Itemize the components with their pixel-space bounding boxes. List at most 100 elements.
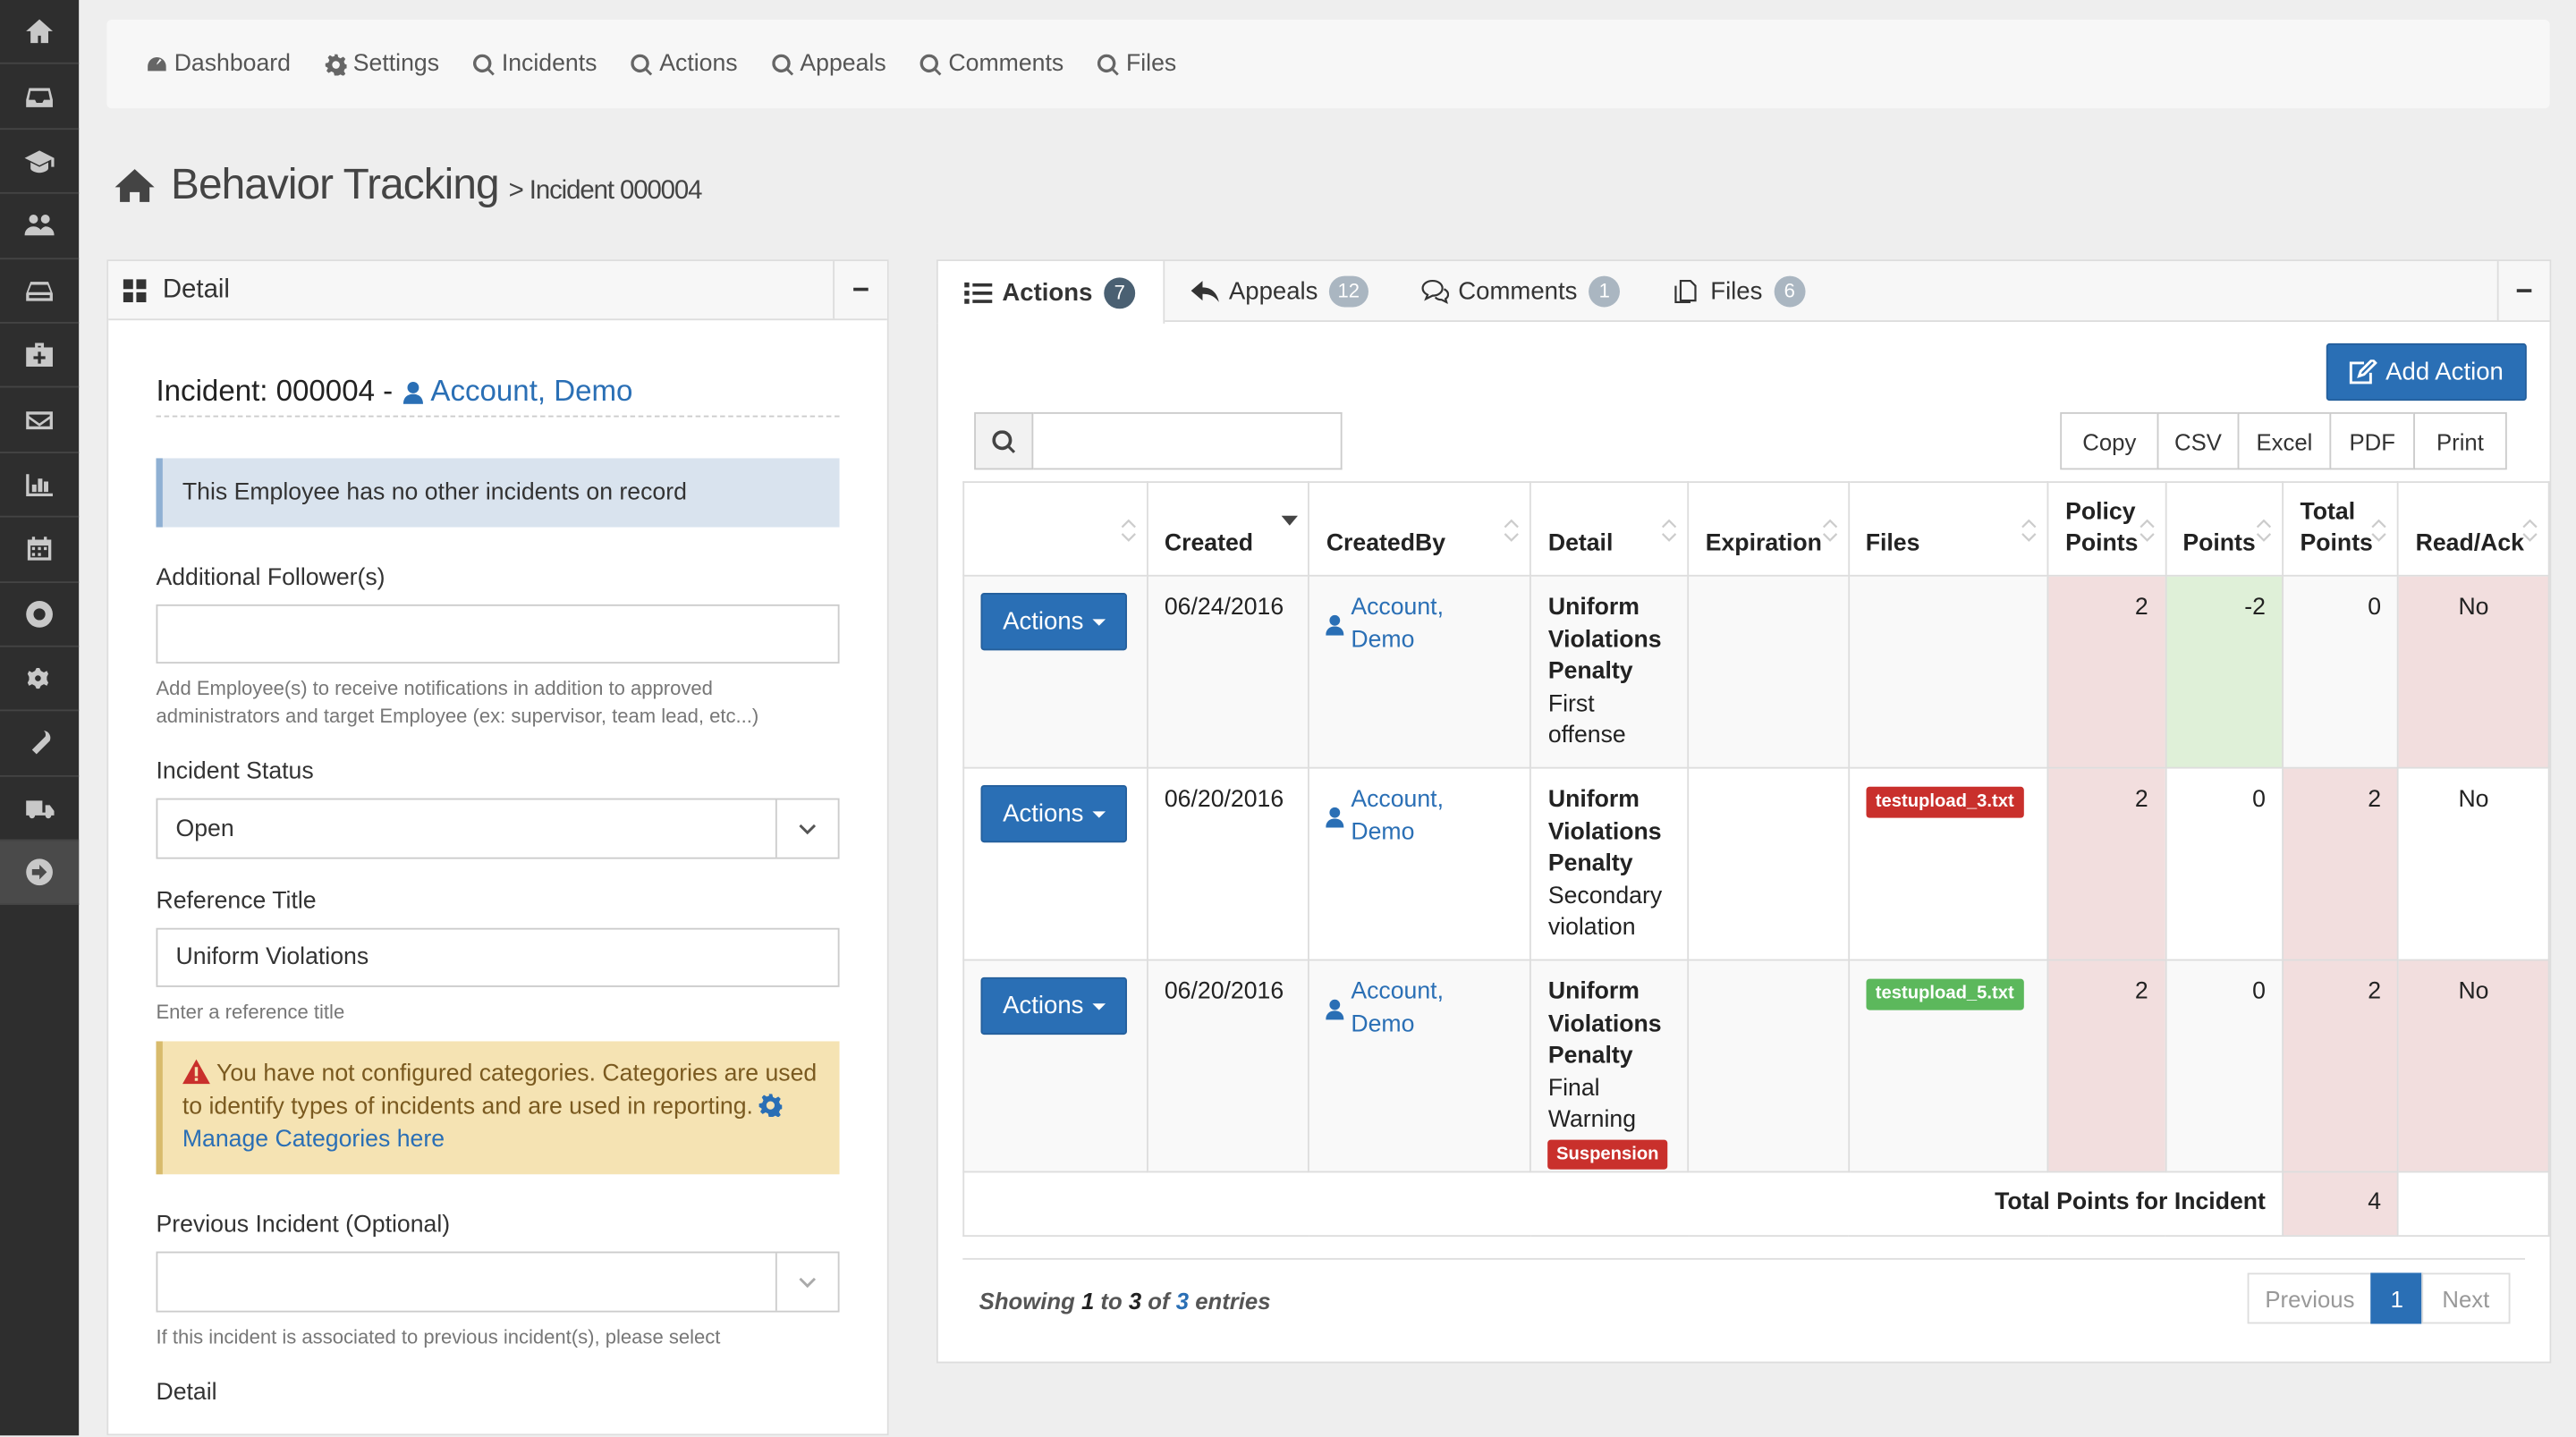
sidebar-arrow-circle-icon[interactable] <box>0 841 80 906</box>
sidebar-medkit-icon[interactable] <box>0 324 80 389</box>
files-icon <box>1674 279 1697 304</box>
col-header-createdby[interactable]: CreatedBy <box>1308 481 1532 577</box>
followers-help: Add Employee(s) to receive notifications… <box>156 676 759 728</box>
tab-files-count: 6 <box>1774 275 1806 308</box>
total-points-value: 4 <box>2282 1170 2400 1237</box>
col-header-points[interactable]: Points <box>2165 481 2284 577</box>
col-header-files[interactable]: Files <box>1847 481 2049 577</box>
sidebar-wrench-icon[interactable] <box>0 712 80 777</box>
sidebar-users-icon[interactable] <box>0 194 80 259</box>
detail-panel-title: Detail <box>162 275 230 303</box>
col-header-detail[interactable]: Detail <box>1530 481 1690 577</box>
col-expiration-label: Expiration <box>1705 530 1822 557</box>
sidebar-home-icon[interactable] <box>0 0 80 65</box>
sidebar-lifebuoy-icon[interactable] <box>0 582 80 647</box>
gear-icon <box>759 1094 784 1118</box>
nav-actions[interactable]: Actions <box>631 51 738 77</box>
sidebar <box>0 0 80 1436</box>
info-to: 3 <box>1128 1287 1142 1314</box>
tab-comments-count: 1 <box>1589 275 1621 308</box>
search-icon <box>1097 53 1120 75</box>
createdby-link[interactable]: Account, Demo <box>1326 785 1513 850</box>
createdby-cell: Account, Demo <box>1308 574 1532 769</box>
nav-appeals[interactable]: Appeals <box>772 51 886 77</box>
sidebar-graduation-cap-icon[interactable] <box>0 130 80 195</box>
createdby-link[interactable]: Account, Demo <box>1326 977 1513 1042</box>
detail-subtitle: First offense <box>1547 690 1626 750</box>
reply-icon <box>1191 281 1219 302</box>
nav-incidents-label: Incidents <box>501 50 597 78</box>
previous-incident-select[interactable] <box>156 1251 840 1313</box>
file-badge[interactable]: testupload_3.txt <box>1865 786 2024 818</box>
row-actions-dropdown[interactable]: Actions <box>980 976 1127 1035</box>
col-header-actions[interactable] <box>962 481 1148 577</box>
nav-comments[interactable]: Comments <box>920 51 1063 77</box>
nav-settings[interactable]: Settings <box>325 50 440 78</box>
previous-page-button[interactable]: Previous <box>2247 1272 2373 1324</box>
sidebar-chart-icon[interactable] <box>0 452 80 518</box>
followers-input[interactable] <box>156 604 840 664</box>
pdf-button[interactable]: PDF <box>2329 412 2415 470</box>
tab-files[interactable]: Files 6 <box>1647 261 1832 322</box>
csv-button[interactable]: CSV <box>2157 412 2240 470</box>
expiration-cell <box>1687 959 1850 1172</box>
createdby-link[interactable]: Account, Demo <box>1326 593 1513 657</box>
table-row: Actions 06/20/2016 Account, Demo Uniform… <box>962 766 2550 961</box>
excel-button[interactable]: Excel <box>2237 412 2332 470</box>
sidebar-inbox-icon[interactable] <box>0 64 80 130</box>
table-row: Actions 06/24/2016 Account, Demo Uniform… <box>962 574 2550 769</box>
tab-actions[interactable]: Actions 7 <box>936 261 1165 324</box>
col-header-read-ack[interactable]: Read/Ack <box>2397 481 2550 577</box>
nav-settings-label: Settings <box>352 50 440 78</box>
manage-categories-text: Manage Categories here <box>182 1126 445 1154</box>
print-button[interactable]: Print <box>2413 412 2507 470</box>
tab-comments-label: Comments <box>1458 277 1578 306</box>
sidebar-cogs-icon[interactable] <box>0 647 80 712</box>
status-select[interactable]: Open <box>156 798 840 859</box>
col-files-label: Files <box>1865 530 1920 557</box>
row-actions-dropdown[interactable]: Actions <box>980 593 1127 651</box>
detail-cell: Uniform Violations Penalty Final Warning S… <box>1530 959 1690 1172</box>
user-icon <box>1326 999 1344 1020</box>
add-action-button[interactable]: Add Action <box>2326 342 2527 402</box>
nav-incidents[interactable]: Incidents <box>473 50 597 78</box>
row-actions-dropdown[interactable]: Actions <box>980 784 1127 843</box>
footer-empty-cell <box>2397 1170 2550 1237</box>
chevron-down-icon <box>775 799 838 858</box>
col-header-expiration[interactable]: Expiration <box>1687 481 1850 577</box>
createdby-cell: Account, Demo <box>1308 959 1532 1172</box>
tab-appeals-label: Appeals <box>1228 277 1318 306</box>
info-from: 1 <box>1080 1287 1095 1314</box>
row-actions-cell: Actions <box>962 766 1148 961</box>
caret-down-icon <box>1091 1002 1106 1010</box>
next-page-button[interactable]: Next <box>2421 1272 2511 1324</box>
sidebar-drive-icon[interactable] <box>0 258 80 324</box>
tab-actions-count: 7 <box>1104 276 1136 309</box>
info-suffix: entries <box>1195 1287 1271 1314</box>
sidebar-envelope-icon[interactable] <box>0 388 80 453</box>
nav-dashboard[interactable]: Dashboard <box>146 51 291 77</box>
file-badge[interactable]: testupload_5.txt <box>1865 978 2024 1010</box>
collapse-detail-button[interactable]: − <box>833 261 887 319</box>
tab-appeals[interactable]: Appeals 12 <box>1165 261 1394 322</box>
col-detail-label: Detail <box>1547 530 1614 557</box>
total-points-cell: 2 <box>2282 766 2400 961</box>
nav-files[interactable]: Files <box>1097 51 1176 77</box>
user-icon <box>1326 615 1344 636</box>
copy-button[interactable]: Copy <box>2060 412 2159 470</box>
search-input[interactable] <box>1033 412 1343 470</box>
collapse-actions-button[interactable]: − <box>2496 261 2550 322</box>
sidebar-truck-icon[interactable] <box>0 776 80 841</box>
detail-panel-header: Detail − <box>108 261 887 321</box>
sidebar-calendar-icon[interactable] <box>0 518 80 583</box>
page-1-button[interactable]: 1 <box>2370 1272 2424 1324</box>
info-total: 3 <box>1175 1287 1190 1314</box>
col-header-total-points[interactable]: Total Points <box>2282 481 2400 577</box>
reference-input[interactable]: Uniform Violations <box>156 927 840 987</box>
tab-comments[interactable]: Comments 1 <box>1394 261 1647 322</box>
incident-account-name: Account, Demo <box>430 374 633 408</box>
col-header-policy-points[interactable]: Policy Points <box>2046 481 2166 577</box>
incident-account-link[interactable]: Account, Demo <box>402 375 632 410</box>
col-header-created[interactable]: Created <box>1146 481 1310 577</box>
detail-title: Uniform Violations Penalty <box>1547 594 1662 686</box>
